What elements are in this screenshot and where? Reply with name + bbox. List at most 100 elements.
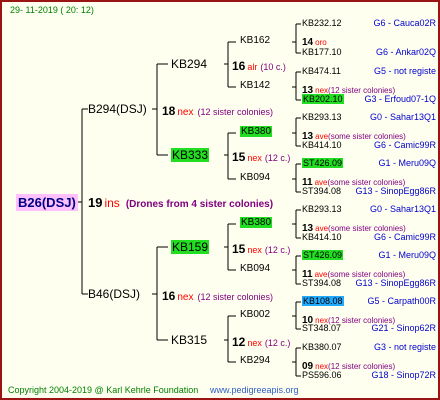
gen4-queen-label: KB474.11 <box>302 66 341 76</box>
gen2-code: nex <box>247 245 262 255</box>
footer-copyright: Copyright 2004-2019 @ Karl Kehrle Founda… <box>8 385 199 395</box>
gen2-queen-name: KB294 <box>171 58 207 70</box>
gen2-year: 12 <box>232 335 246 349</box>
gen4-queen-label: KB293.13 <box>302 112 342 122</box>
gen4-queen-label: PS596.06 <box>302 370 342 380</box>
gen4-queen-name: PS596.06 <box>302 371 342 380</box>
gen4-pedigree-ref: G6 - Cauca02R <box>373 18 436 28</box>
gen4-queen-label: ST394.08 <box>302 278 342 288</box>
gen3-queen-name: KB142 <box>240 81 270 91</box>
gen3-code: oro <box>315 38 327 47</box>
gen3-queen-label: KB162 <box>240 35 271 46</box>
gen3-queen-name: KB380 <box>240 217 273 228</box>
gen3-queen-label: KB094 <box>240 172 271 183</box>
gen2-queen-name: KB315 <box>171 334 207 346</box>
gen3-queen-name: KB380 <box>240 126 273 137</box>
gen4-queen-name: KB177.10 <box>302 48 342 57</box>
gen4-pedigree-ref: G5 - Carpath00R <box>367 296 436 306</box>
gen1-note: (12 sister colonies) <box>197 107 274 117</box>
gen1-queen-name: B294(DSJ) <box>88 102 147 116</box>
gen3-queen-name: KB094 <box>240 173 270 183</box>
gen4-queen-label: KB202.10 <box>302 94 344 104</box>
gen3-queen-name: KB002 <box>240 310 270 320</box>
gen4-queen-label: ST394.08 <box>302 186 342 196</box>
gen1-year: 16 <box>162 289 176 303</box>
gen3-queen-label: KB380 <box>240 126 273 137</box>
gen2-info: 15 nex (12 c.) <box>232 149 290 165</box>
gen4-pedigree-ref: G3 - not registe <box>373 342 436 352</box>
gen4-queen-name: KB414.10 <box>302 141 342 150</box>
gen4-queen-name: ST348.07 <box>302 324 341 333</box>
gen4-pedigree-ref: G3 - Erfoud07-1Q <box>364 94 436 104</box>
gen2-info: 15 nex (12 c.) <box>232 241 290 257</box>
pedigree-frame: 29- 11-2019 ( 20: 12) B26(DSJ) 19 ins (Drone… <box>0 0 440 400</box>
footer-website-link[interactable]: www.pedigreeapis.org <box>210 386 299 395</box>
gen1-code: nex <box>177 107 194 118</box>
gen2-queen-label: KB315 <box>171 333 208 347</box>
gen4-queen-name: ST426.09 <box>302 250 344 260</box>
gen4-queen-label: KB380.07 <box>302 342 342 352</box>
gen4-queen-label: KB232.12 <box>302 18 342 28</box>
gen2-info: 16 alr (10 c.) <box>232 58 286 74</box>
gen2-year: 15 <box>232 242 246 256</box>
gen4-queen-name: KB202.10 <box>302 94 344 104</box>
gen2-note: (12 c.) <box>264 245 291 255</box>
gen2-year: 15 <box>232 150 246 164</box>
gen2-code: alr <box>247 62 258 72</box>
root-queen: B26(DSJ) <box>16 194 78 211</box>
root-code: ins <box>104 196 120 210</box>
gen1-queen-name: B46(DSJ) <box>88 287 141 301</box>
gen4-pedigree-ref: G0 - Sahar13Q1 <box>369 204 436 214</box>
gen2-info: 12 nex (12 c.) <box>232 334 290 350</box>
gen1-code: nex <box>177 292 194 303</box>
gen2-queen-name: KB159 <box>171 240 210 254</box>
gen4-queen-label: KB108.08 <box>302 296 344 306</box>
gen4-pedigree-ref: G6 - Camic99R <box>373 140 436 150</box>
print-date: 29- 11-2019 ( 20: 12) <box>10 5 94 15</box>
gen4-queen-name: ST394.08 <box>302 187 341 196</box>
gen3-queen-label: KB380 <box>240 217 273 228</box>
gen2-code: nex <box>247 338 262 348</box>
gen1-note: (12 sister colonies) <box>197 292 274 302</box>
gen2-queen-name: KB333 <box>171 148 210 162</box>
gen3-queen-label: KB142 <box>240 80 271 91</box>
gen4-queen-label: KB177.10 <box>302 47 342 57</box>
gen1-info: 18 nex (12 sister colonies) <box>162 103 273 119</box>
gen4-pedigree-ref: G6 - Ankar02Q <box>375 47 436 57</box>
gen4-queen-name: ST394.08 <box>302 279 341 288</box>
gen3-queen-name: KB162 <box>240 36 270 46</box>
gen2-year: 16 <box>232 59 246 73</box>
gen4-queen-label: KB414.10 <box>302 140 342 150</box>
gen3-queen-label: KB294 <box>240 355 271 366</box>
root-info: 19 ins (Drones from 4 sister colonies) <box>88 195 273 211</box>
gen4-queen-name: KB293.13 <box>302 205 342 214</box>
gen2-queen-label: KB333 <box>171 148 210 162</box>
gen4-queen-label: KB293.13 <box>302 204 342 214</box>
gen4-queen-name: KB232.12 <box>302 19 342 28</box>
root-name: B26(DSJ) <box>16 194 78 211</box>
gen4-queen-label: KB414.10 <box>302 232 342 242</box>
gen4-pedigree-ref: G5 - not registe <box>373 66 436 76</box>
gen4-queen-name: KB380.07 <box>302 343 342 352</box>
gen4-queen-name: KB474.11 <box>302 67 341 76</box>
gen4-queen-label: ST426.09 <box>302 158 344 168</box>
gen3-queen-label: KB094 <box>240 263 271 274</box>
gen4-pedigree-ref: G18 - Sinop72R <box>371 370 436 380</box>
gen4-pedigree-ref: G0 - Sahar13Q1 <box>369 112 436 122</box>
root-note: (Drones from 4 sister colonies) <box>125 199 274 210</box>
gen4-pedigree-ref: G1 - Meru09Q <box>378 250 436 260</box>
gen2-note: (10 c.) <box>260 62 286 72</box>
gen2-queen-label: KB159 <box>171 240 210 254</box>
gen1-info: 16 nex (12 sister colonies) <box>162 288 273 304</box>
gen2-note: (12 c.) <box>264 153 291 163</box>
gen4-pedigree-ref: G6 - Camic99R <box>373 232 436 242</box>
gen4-queen-name: KB108.08 <box>302 296 344 306</box>
gen4-queen-label: ST426.09 <box>302 250 344 260</box>
gen4-pedigree-ref: G13 - SinopEgg86R <box>355 186 436 196</box>
gen2-note: (12 c.) <box>264 338 291 348</box>
gen4-pedigree-ref: G1 - Meru09Q <box>378 158 436 168</box>
gen4-pedigree-ref: G13 - SinopEgg86R <box>355 278 436 288</box>
root-year: 19 <box>88 195 103 210</box>
gen3-queen-name: KB094 <box>240 264 270 274</box>
gen2-queen-label: KB294 <box>171 57 208 71</box>
